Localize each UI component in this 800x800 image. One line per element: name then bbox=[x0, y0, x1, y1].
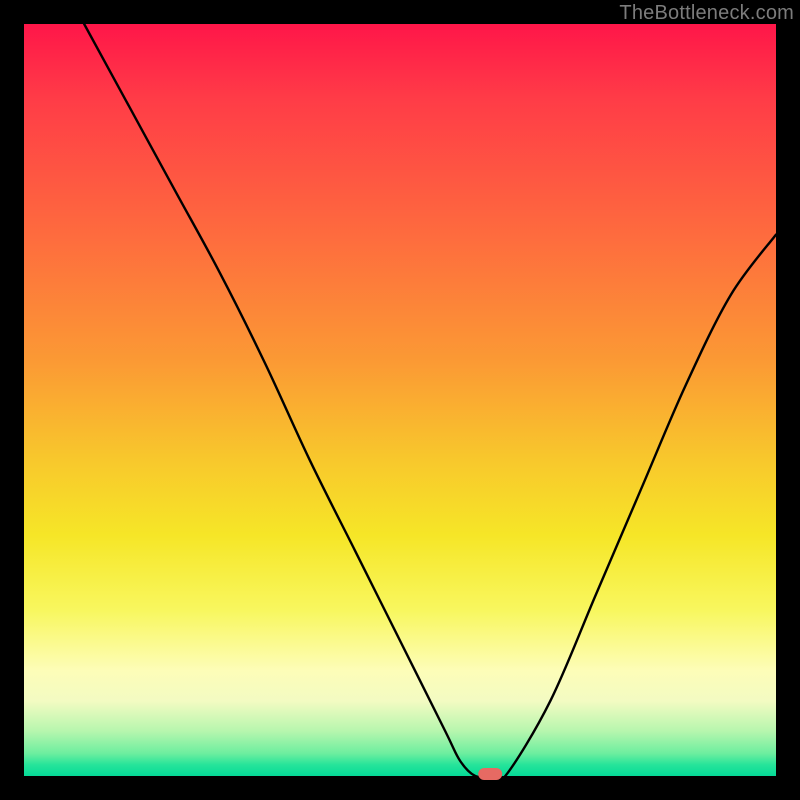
plot-area bbox=[24, 24, 776, 776]
minimum-marker bbox=[478, 768, 502, 780]
watermark-text: TheBottleneck.com bbox=[619, 2, 794, 25]
bottleneck-curve-svg bbox=[24, 24, 776, 776]
bottleneck-curve bbox=[84, 24, 776, 782]
chart-frame: TheBottleneck.com bbox=[0, 0, 800, 800]
